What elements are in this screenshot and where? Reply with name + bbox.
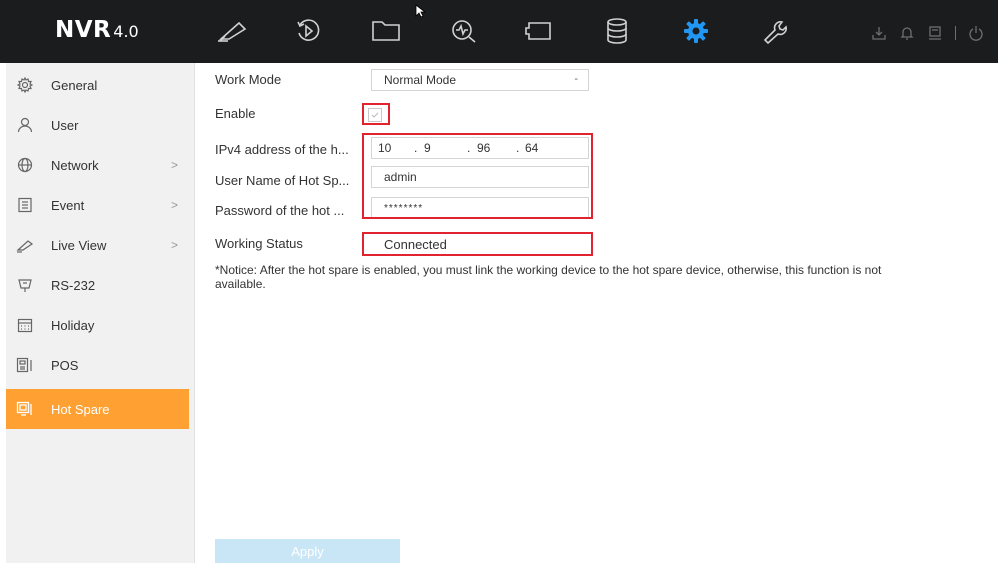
chevron-right-icon: > [171, 238, 179, 252]
sidebar-item-label: Hot Spare [51, 401, 110, 417]
ipv4-address-label: IPv4 address of the h... [215, 142, 349, 157]
screen-icon[interactable] [927, 25, 943, 41]
working-status-label: Working Status [215, 236, 303, 251]
nvr-logo: NVR 4.0 [55, 17, 139, 43]
playback-icon[interactable] [291, 16, 325, 46]
system-tray [871, 25, 984, 41]
enable-highlight-box [362, 103, 390, 125]
storage-icon[interactable] [600, 16, 634, 46]
chevron-right-icon: > [171, 158, 179, 172]
connection-fields-highlight-box [362, 133, 593, 219]
sidebar-item-label: RS-232 [51, 277, 96, 293]
hot-spare-password-label: Password of the hot ... [215, 203, 345, 218]
pos-icon [16, 356, 34, 374]
working-status-highlight-box [362, 232, 593, 256]
work-mode-select[interactable]: Normal Mode - [371, 69, 589, 91]
sidebar-item-event[interactable]: Event > [6, 185, 189, 225]
sidebar-item-holiday[interactable]: Holiday [6, 305, 189, 345]
gear-icon [16, 76, 34, 94]
hot-spare-icon [16, 400, 34, 418]
rs232-icon [16, 276, 34, 294]
sidebar-item-label: User [51, 117, 79, 133]
event-icon [16, 196, 34, 214]
camera-icon [16, 236, 34, 254]
tray-divider [955, 26, 956, 40]
sidebar-item-label: Network [51, 157, 99, 173]
download-icon[interactable] [871, 25, 887, 41]
sidebar-item-general[interactable]: General [6, 65, 189, 105]
work-mode-value: Normal Mode [384, 73, 457, 87]
globe-icon [16, 156, 34, 174]
user-icon [16, 116, 34, 134]
sidebar-item-live-view[interactable]: Live View > [6, 225, 189, 265]
calendar-icon [16, 316, 34, 334]
sidebar-item-hot-spare[interactable]: Hot Spare [6, 389, 189, 429]
hot-spare-username-label: User Name of Hot Sp... [215, 173, 350, 188]
sidebar-item-label: General [51, 77, 98, 93]
work-mode-label: Work Mode [215, 72, 282, 87]
maintenance-icon[interactable] [757, 16, 791, 46]
mouse-cursor-icon [415, 4, 427, 23]
sidebar-item-label: POS [51, 357, 79, 373]
chevron-right-icon: > [171, 198, 179, 212]
configuration-icon[interactable] [679, 16, 713, 46]
sidebar-item-label: Live View [51, 237, 107, 253]
sidebar-item-label: Event [51, 197, 85, 213]
file-management-icon[interactable] [369, 16, 403, 46]
sidebar-item-user[interactable]: User [6, 105, 189, 145]
alarm-bell-icon[interactable] [899, 25, 915, 41]
enable-label: Enable [215, 106, 256, 121]
sidebar-item-rs-232[interactable]: RS-232 [6, 265, 189, 305]
power-icon[interactable] [968, 25, 984, 41]
sidebar-item-label: Holiday [51, 317, 95, 333]
logo-version-text: 4.0 [113, 22, 139, 41]
sidebar-item-pos[interactable]: POS [6, 345, 189, 385]
logo-main-text: NVR [55, 17, 112, 43]
top-navigation-bar: NVR 4.0 [0, 0, 998, 63]
apply-button[interactable]: Apply [215, 539, 400, 563]
live-view-icon[interactable] [216, 16, 250, 46]
hot-spare-notice-text: *Notice: After the hot spare is enabled,… [215, 263, 882, 291]
dropdown-caret-icon: - [574, 73, 578, 85]
channel-icon[interactable] [522, 16, 556, 46]
smart-analysis-icon[interactable] [447, 16, 481, 46]
sidebar-item-network[interactable]: Network > [6, 145, 189, 185]
